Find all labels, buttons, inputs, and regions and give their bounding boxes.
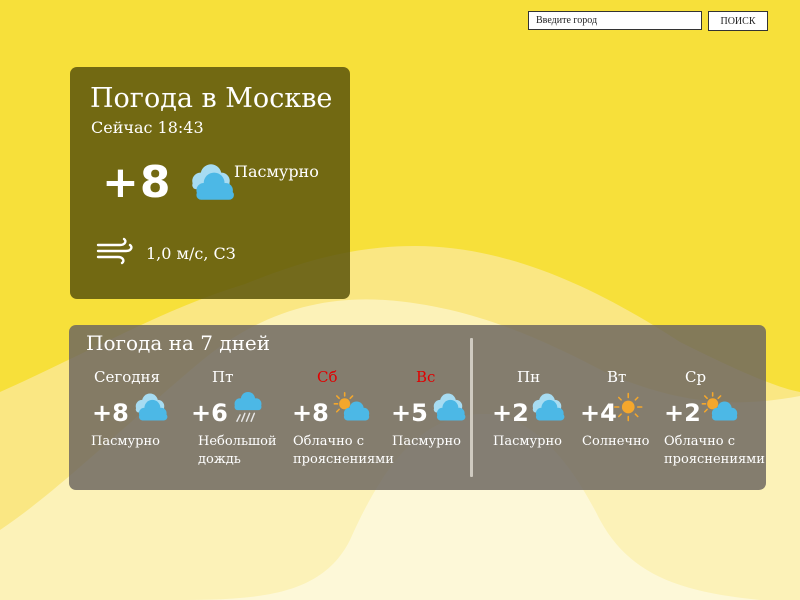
day-condition-line: Небольшой: [198, 434, 277, 449]
day-condition: Небольшой дождь: [198, 433, 277, 469]
current-time: Сейчас 18:43: [91, 118, 204, 137]
day-name: Сегодня: [94, 368, 160, 386]
cloudy-icon: [532, 393, 565, 421]
day-temperature: +8: [292, 399, 329, 427]
day-name: Вт: [607, 368, 627, 386]
current-weather-title: Погода в Москве: [90, 83, 333, 114]
day-temperature: +8: [92, 399, 129, 427]
forecast-card: Погода на 7 дней Сегодня +8 Пасмурно Пт …: [69, 325, 766, 490]
day-condition-line: Облачно с: [293, 434, 364, 449]
cloudy-icon: [135, 393, 168, 421]
day-temperature: +2: [492, 399, 529, 427]
forecast-day: Ср +2 Облачно с прояснениями: [664, 325, 774, 490]
wind-info: 1,0 м/с, СЗ: [146, 244, 236, 263]
day-name: Вс: [416, 368, 436, 386]
day-temperature: +6: [191, 399, 228, 427]
forecast-day: Вс +5 Пасмурно: [391, 325, 501, 490]
day-condition-line: Пасмурно: [91, 434, 160, 449]
current-temperature: +8: [102, 157, 172, 208]
day-condition: Пасмурно: [91, 433, 160, 451]
sunny-icon: [614, 392, 643, 422]
forecast-day: Сегодня +8 Пасмурно: [91, 325, 201, 490]
day-condition-line: Пасмурно: [493, 434, 562, 449]
rain-icon: [234, 391, 262, 422]
day-condition-line: прояснениями: [664, 452, 765, 467]
forecast-day: Сб +8 Облачно с прояснениями: [292, 325, 402, 490]
day-name: Сб: [317, 368, 338, 386]
day-condition: Пасмурно: [493, 433, 562, 451]
search-button[interactable]: ПОИСК: [708, 11, 768, 31]
city-search-input[interactable]: [528, 11, 702, 30]
day-condition-line: Облачно с: [664, 434, 735, 449]
wind-icon: [96, 237, 133, 265]
day-condition-line: Пасмурно: [392, 434, 461, 449]
cloudy-icon: [192, 164, 234, 200]
day-condition: Облачно с прояснениями: [293, 433, 394, 469]
day-condition: Пасмурно: [392, 433, 461, 451]
day-name: Пн: [517, 368, 541, 386]
partly-cloudy-icon: [701, 391, 738, 421]
day-temperature: +4: [580, 399, 617, 427]
forecast-day: Пт +6 Небольшой дождь: [191, 325, 301, 490]
day-name: Пт: [212, 368, 234, 386]
day-temperature: +2: [664, 399, 701, 427]
current-weather-card: Погода в Москве Сейчас 18:43 +8 Пасмурно…: [70, 67, 350, 299]
day-condition: Облачно с прояснениями: [664, 433, 765, 469]
day-condition-line: Солнечно: [582, 434, 650, 449]
current-condition: Пасмурно: [234, 162, 319, 181]
day-condition-line: дождь: [198, 452, 241, 467]
partly-cloudy-icon: [333, 391, 370, 421]
day-condition-line: прояснениями: [293, 452, 394, 467]
cloudy-icon: [433, 393, 466, 421]
day-condition: Солнечно: [582, 433, 649, 451]
day-name: Ср: [685, 368, 707, 386]
day-temperature: +5: [391, 399, 428, 427]
